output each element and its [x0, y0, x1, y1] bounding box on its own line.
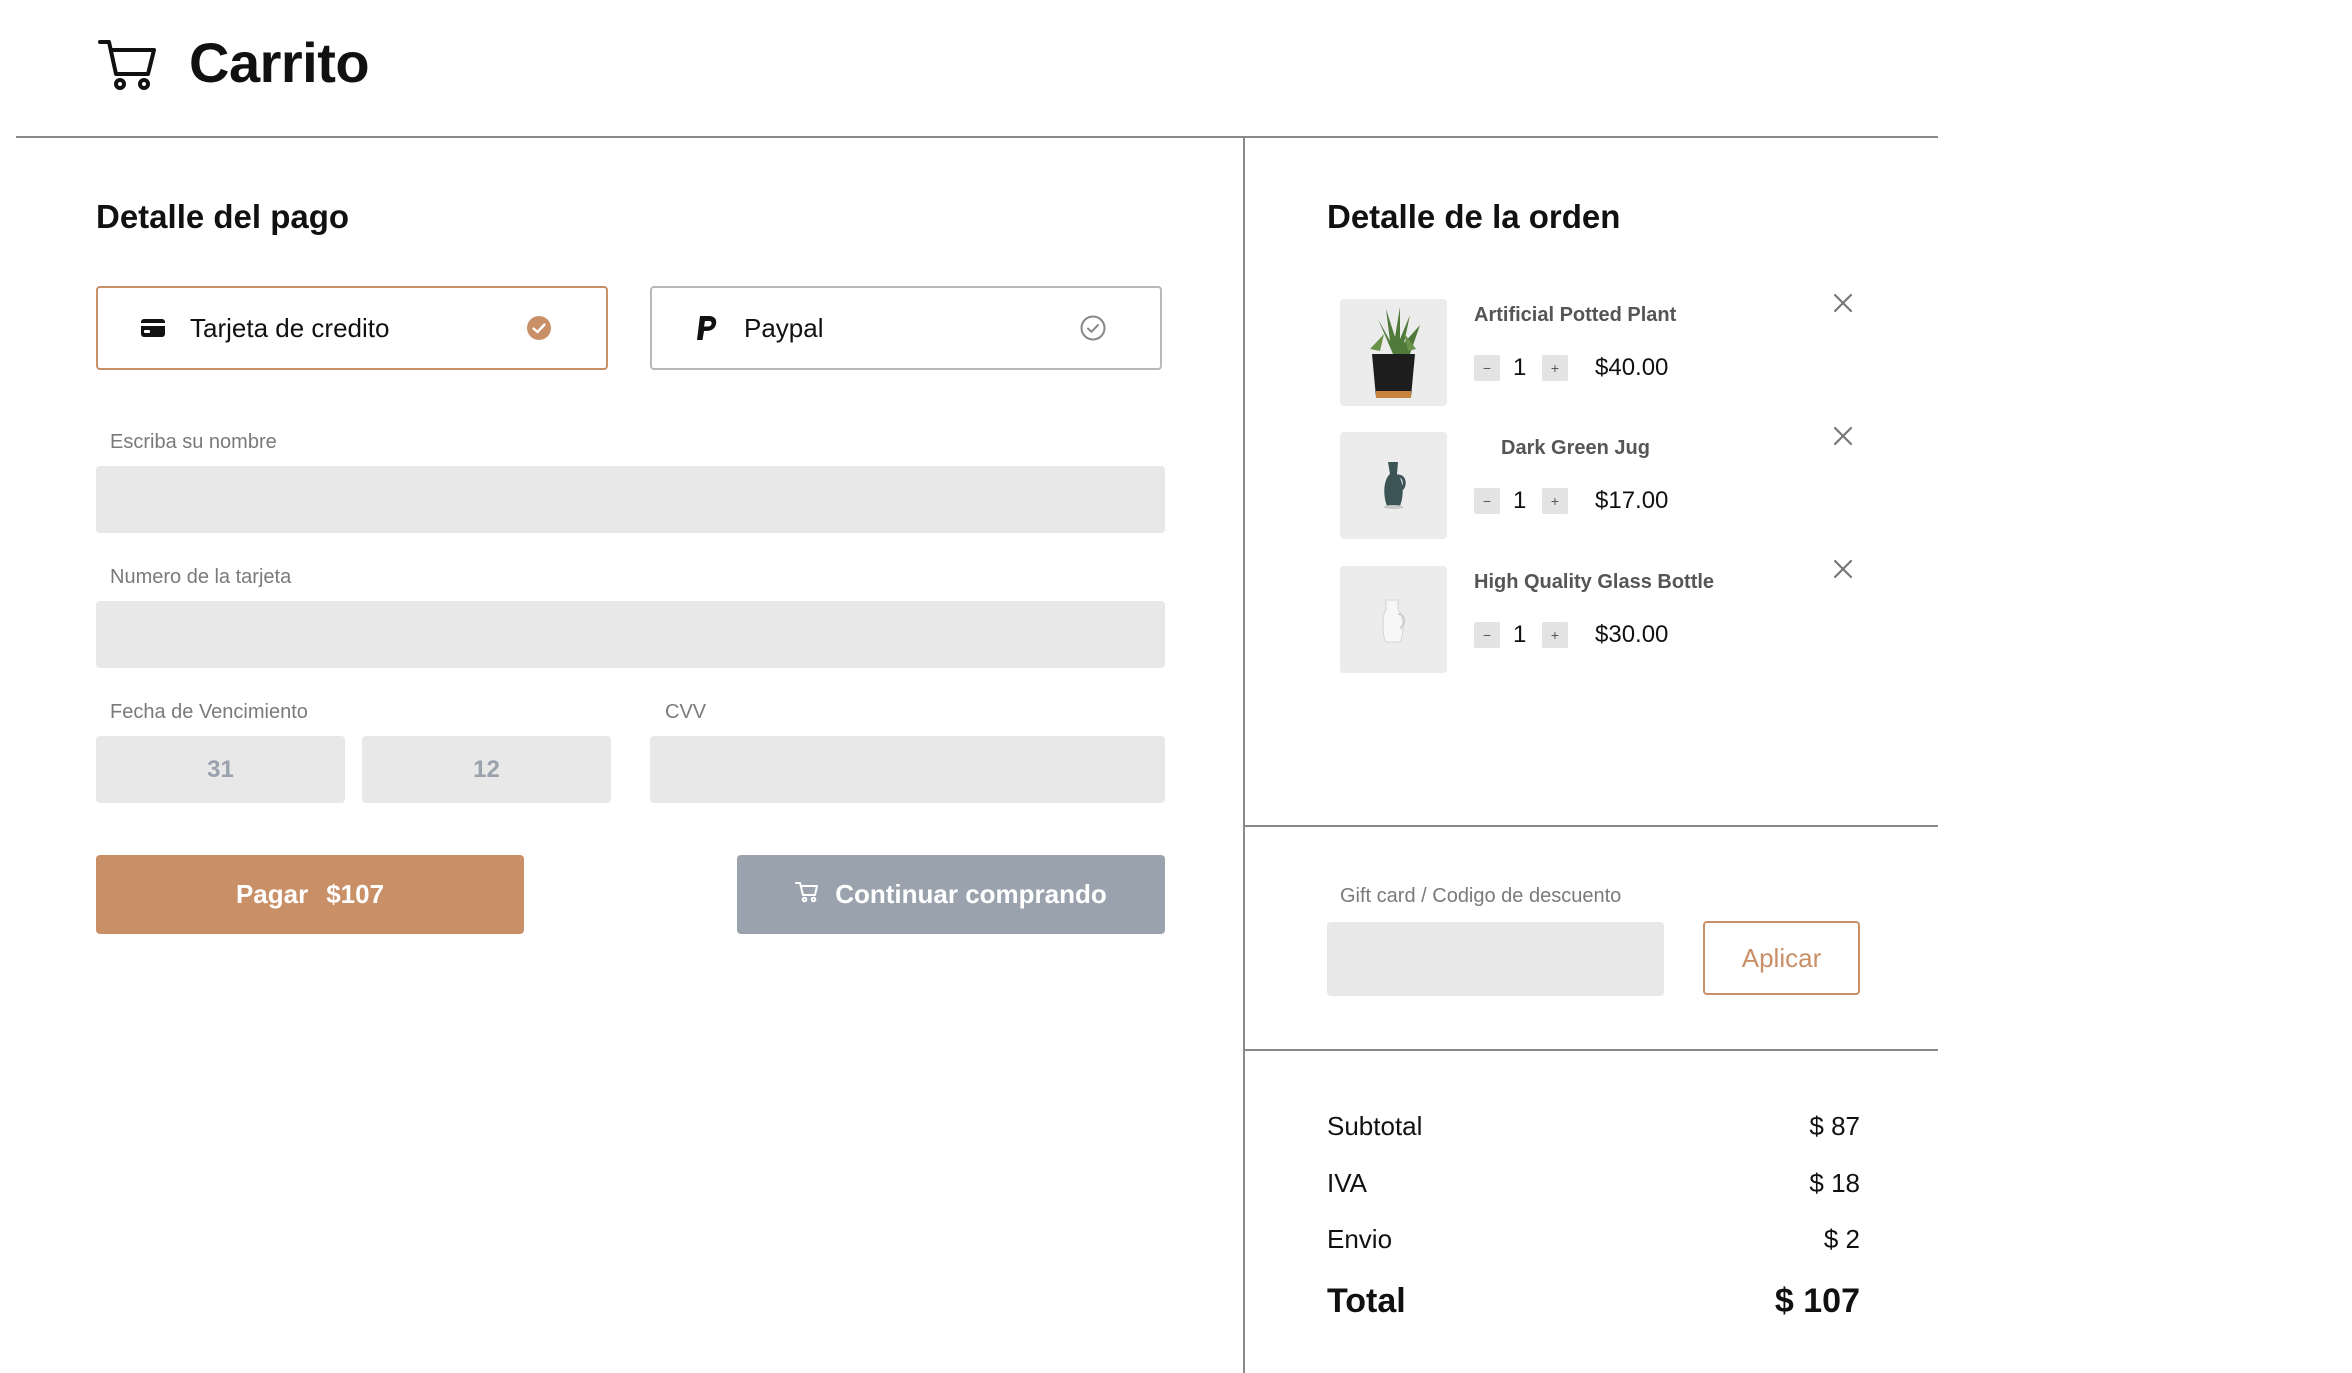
summary-divider — [1244, 1049, 1938, 1051]
shipping-label: Envio — [1327, 1224, 1393, 1254]
iva-label: IVA — [1327, 1168, 1367, 1198]
increment-button[interactable]: + — [1542, 355, 1568, 381]
check-circle-filled-icon — [526, 315, 552, 341]
decrement-button[interactable]: − — [1474, 622, 1500, 648]
name-label: Escriba su nombre — [110, 431, 277, 453]
expiry-label: Fecha de Vencimiento — [110, 701, 308, 723]
payment-option-label: Paypal — [744, 312, 824, 343]
column-divider — [1243, 137, 1245, 1373]
increment-button[interactable]: + — [1542, 622, 1568, 648]
pay-button-amount: $107 — [326, 879, 385, 909]
cart-icon — [98, 38, 158, 92]
remove-item-icon[interactable] — [1831, 291, 1855, 315]
pay-button[interactable]: Pagar $107 — [96, 855, 524, 934]
payment-section-title: Detalle del pago — [96, 198, 350, 235]
continue-shopping-label: Continuar comprando — [835, 879, 1107, 909]
page-title: Carrito — [189, 31, 370, 94]
order-divider — [1244, 825, 1938, 827]
quantity-value: 1 — [1513, 621, 1527, 648]
quantity-value: 1 — [1513, 354, 1527, 381]
header-divider — [16, 136, 1938, 138]
continue-shopping-button[interactable]: Continuar comprando — [737, 855, 1165, 934]
payment-option-paypal[interactable]: Paypal — [650, 286, 1162, 370]
order-item-name: Dark Green Jug — [1501, 437, 1650, 459]
subtotal-value: $ 87 — [1809, 1111, 1860, 1141]
check-circle-outline-icon — [1080, 315, 1106, 341]
order-item-name: High Quality Glass Bottle — [1474, 571, 1715, 593]
cart-small-icon — [795, 879, 819, 910]
decrement-button[interactable]: − — [1474, 488, 1500, 514]
discount-label: Gift card / Codigo de descuento — [1340, 885, 1622, 907]
order-item-price: $17.00 — [1595, 487, 1669, 514]
decrement-button[interactable]: − — [1474, 355, 1500, 381]
cvv-label: CVV — [665, 701, 707, 723]
shipping-value: $ 2 — [1823, 1224, 1860, 1254]
card-number-input[interactable] — [96, 601, 1165, 668]
iva-value: $ 18 — [1809, 1168, 1860, 1198]
order-item-price: $30.00 — [1595, 621, 1669, 648]
paypal-icon — [692, 313, 722, 343]
subtotal-label: Subtotal — [1327, 1111, 1423, 1141]
name-input[interactable] — [96, 466, 1165, 533]
payment-option-card[interactable]: Tarjeta de credito — [96, 286, 608, 370]
product-image-bottle — [1340, 566, 1447, 673]
increment-button[interactable]: + — [1542, 488, 1568, 514]
product-image-plant — [1340, 299, 1447, 406]
remove-item-icon[interactable] — [1831, 557, 1855, 581]
pay-button-label: Pagar — [235, 879, 309, 909]
quantity-value: 1 — [1513, 487, 1527, 514]
product-image-jug — [1340, 432, 1447, 539]
order-item-price: $40.00 — [1595, 354, 1669, 381]
apply-button[interactable]: Aplicar — [1703, 921, 1860, 995]
discount-code-input[interactable] — [1327, 922, 1664, 996]
order-item-name: Artificial Potted Plant — [1474, 304, 1677, 326]
cvv-input[interactable] — [650, 736, 1165, 803]
total-label: Total — [1327, 1282, 1406, 1320]
remove-item-icon[interactable] — [1831, 424, 1855, 448]
order-section-title: Detalle de la orden — [1327, 198, 1621, 235]
expiry-month-input[interactable] — [362, 736, 611, 803]
credit-card-icon — [138, 313, 168, 343]
total-value: $ 107 — [1774, 1282, 1860, 1320]
card-number-label: Numero de la tarjeta — [110, 566, 292, 588]
payment-option-label: Tarjeta de credito — [190, 312, 390, 343]
expiry-day-input[interactable] — [96, 736, 345, 803]
